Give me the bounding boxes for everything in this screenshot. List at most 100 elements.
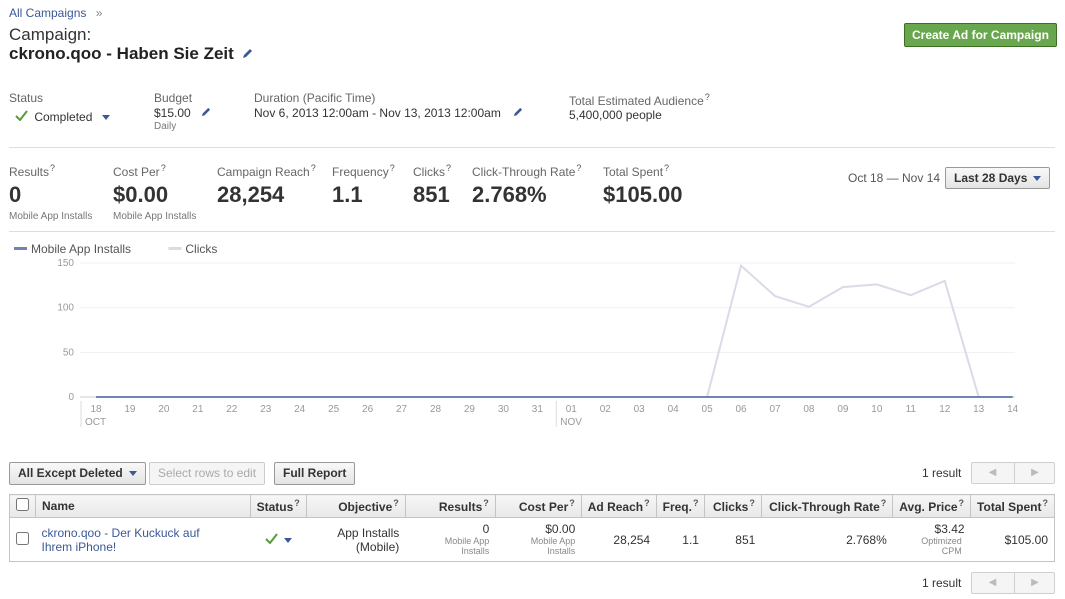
help-icon[interactable]: ?	[483, 498, 489, 508]
pencil-icon[interactable]	[241, 45, 253, 65]
pagination: ◀ ▶	[971, 462, 1055, 484]
duration-value-wrap: Nov 6, 2013 12:00am - Nov 13, 2013 12:00…	[254, 106, 523, 121]
help-icon[interactable]: ?	[576, 163, 581, 173]
stat-sub: Mobile App Installs	[9, 211, 93, 222]
help-icon[interactable]: ?	[693, 498, 699, 508]
help-icon[interactable]: ?	[50, 163, 55, 173]
help-icon[interactable]: ?	[161, 163, 166, 173]
x-tick-label: 04	[668, 404, 680, 415]
x-tick-label: 27	[396, 404, 408, 415]
col-freq[interactable]: Freq.?	[655, 494, 706, 518]
x-tick-label: 25	[328, 404, 340, 415]
result-count: 1 result	[922, 466, 962, 480]
col-status[interactable]: Status?	[249, 494, 307, 518]
col-results[interactable]: Results?	[404, 494, 496, 518]
status-dropdown[interactable]: Completed	[15, 110, 110, 124]
row-checkbox[interactable]	[16, 531, 29, 545]
stat-value: 851	[413, 182, 450, 207]
stat-label-text: Campaign Reach	[217, 165, 310, 179]
chevron-down-icon	[283, 537, 292, 543]
x-tick-label: 03	[634, 404, 646, 415]
legend-item[interactable]: Mobile App Installs	[14, 242, 131, 256]
help-icon[interactable]: ?	[446, 163, 451, 173]
select-all-checkbox[interactable]	[16, 498, 29, 511]
y-tick-label: 150	[57, 258, 74, 269]
col-cost-label: Cost Per	[518, 500, 569, 514]
row-objective: App Installs (Mobile)	[306, 517, 406, 562]
filter-dropdown[interactable]: All Except Deleted	[9, 462, 146, 485]
prev-page-button[interactable]: ◀	[972, 573, 1013, 593]
stat-block: Clicks? 851	[413, 163, 451, 211]
pencil-icon[interactable]	[512, 107, 523, 121]
legend-item[interactable]: Clicks	[168, 242, 217, 256]
col-ctr-label: Click-Through Rate	[769, 500, 880, 514]
help-icon[interactable]: ?	[393, 498, 399, 508]
x-tick-label: 31	[532, 404, 544, 415]
help-icon[interactable]: ?	[959, 498, 965, 508]
help-icon[interactable]: ?	[294, 498, 300, 508]
x-tick-label: 30	[498, 404, 510, 415]
pencil-icon[interactable]	[200, 107, 211, 121]
audience-label: Total Estimated Audience	[569, 94, 704, 108]
legend-label: Mobile App Installs	[31, 242, 131, 256]
stat-label: Click-Through Rate?	[472, 163, 581, 179]
col-reach[interactable]: Ad Reach?	[580, 494, 657, 518]
chevron-down-icon	[101, 115, 110, 121]
objective-text: App Installs (Mobile)	[337, 525, 400, 554]
pagination-bottom: ◀ ▶	[971, 572, 1055, 594]
x-tick-label: 09	[837, 404, 849, 415]
help-icon[interactable]: ?	[390, 163, 395, 173]
col-price[interactable]: Avg. Price?	[892, 494, 972, 518]
stat-label-text: Cost Per	[113, 165, 160, 179]
cost-value: $0.00	[545, 522, 576, 536]
stat-value: $0.00	[113, 182, 169, 207]
audience-label-wrap: Total Estimated Audience?	[569, 92, 710, 108]
col-cost[interactable]: Cost Per?	[494, 494, 582, 518]
x-tick-label: 21	[192, 404, 204, 415]
legend-label: Clicks	[185, 242, 217, 256]
x-tick-label: 29	[464, 404, 476, 415]
help-icon[interactable]: ?	[881, 498, 887, 508]
budget-value-wrap: $15.00	[154, 106, 211, 121]
stat-block: Campaign Reach? 28,254	[217, 163, 316, 211]
prev-page-button[interactable]: ◀	[972, 463, 1013, 483]
date-range-dropdown[interactable]: Last 28 Days	[945, 167, 1051, 189]
col-ctr[interactable]: Click-Through Rate?	[760, 494, 894, 518]
help-icon[interactable]: ?	[749, 498, 755, 508]
help-icon[interactable]: ?	[644, 498, 650, 508]
stat-block: Frequency? 1.1	[332, 163, 395, 211]
help-icon[interactable]: ?	[311, 163, 316, 173]
help-icon[interactable]: ?	[569, 498, 575, 508]
row-status-cell[interactable]	[250, 517, 307, 562]
edit-rows-button[interactable]: Select rows to edit	[149, 462, 266, 485]
col-objective[interactable]: Objective?	[305, 494, 406, 518]
price-value: $3.42	[934, 522, 965, 536]
help-icon[interactable]: ?	[1043, 498, 1049, 508]
help-icon[interactable]: ?	[705, 92, 710, 102]
help-icon[interactable]: ?	[664, 163, 669, 173]
ad-name-link[interactable]: ckrono.qoo - Der Kuckuck auf Ihrem iPhon…	[42, 526, 222, 554]
audience-value: 5,400,000 people	[569, 108, 662, 122]
chevron-down-icon	[1033, 176, 1042, 182]
col-spent-label: Total Spent	[977, 500, 1042, 514]
x-tick-label: 14	[1007, 404, 1019, 415]
performance-chart: Mobile App Installs Clicks05010015018 19 20…	[14, 242, 1019, 428]
duration-value: Nov 6, 2013 12:00am - Nov 13, 2013 12:00…	[254, 106, 501, 120]
checkmark-icon	[264, 532, 278, 547]
all-campaigns-link[interactable]: All Campaigns	[9, 6, 86, 20]
status-value: Completed	[34, 110, 93, 124]
stat-value: $105.00	[603, 182, 683, 207]
col-clicks[interactable]: Clicks?	[704, 494, 762, 518]
full-report-button[interactable]: Full Report	[274, 462, 356, 485]
col-results-label: Results	[438, 500, 483, 514]
create-ad-button[interactable]: Create Ad for Campaign	[904, 23, 1057, 47]
col-name[interactable]: Name	[35, 494, 251, 518]
x-tick-label: 02	[600, 404, 612, 415]
row-spent: $105.00	[970, 517, 1055, 562]
campaign-name: ckrono.qoo - Haben Sie Zeit	[9, 44, 234, 63]
stat-sub: Mobile App Installs	[113, 211, 197, 222]
next-page-button[interactable]: ▶	[1014, 463, 1055, 483]
next-page-button[interactable]: ▶	[1014, 573, 1055, 593]
table-row[interactable]: ckrono.qoo - Der Kuckuck auf Ihrem iPhon…	[9, 517, 1055, 562]
col-spent[interactable]: Total Spent?	[970, 494, 1055, 518]
